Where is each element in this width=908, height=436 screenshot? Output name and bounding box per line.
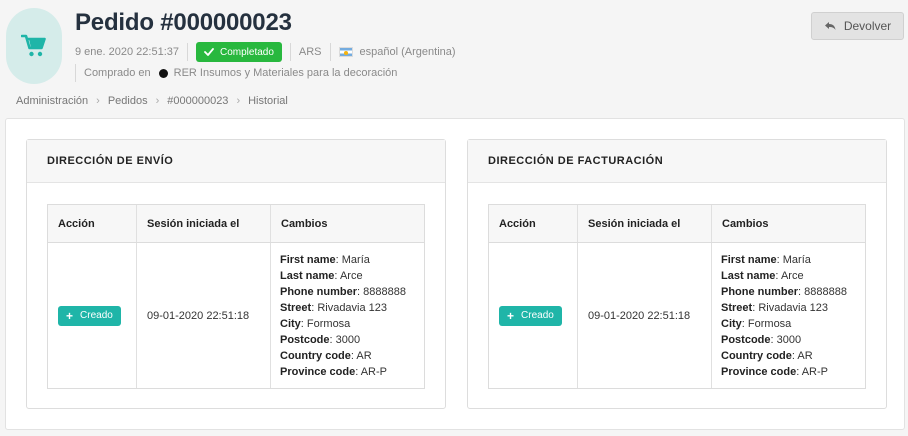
column-header: Cambios	[722, 217, 769, 230]
change-line: First name: María	[280, 253, 370, 266]
return-button[interactable]: Devolver	[811, 12, 904, 40]
action-cell: + Creado	[48, 243, 137, 388]
column-header: Sesión iniciada el	[578, 205, 712, 242]
change-line: Street: Rivadavia 123	[721, 301, 829, 314]
change-line: Province code: AR-P	[721, 365, 828, 378]
change-line: City: Formosa	[280, 317, 351, 330]
created-badge[interactable]: + Creado	[58, 305, 121, 326]
chevron-right-icon: ›	[96, 95, 100, 107]
created-label: Creado	[80, 310, 113, 321]
created-badge[interactable]: + Creado	[499, 305, 562, 326]
table-row: + Creado 09-01-2020 22:51:18 First name:…	[489, 243, 865, 388]
reply-icon	[824, 22, 836, 30]
status-badge: Completado	[195, 42, 282, 62]
breadcrumb: Administración › Pedidos › #000000023 › …	[16, 94, 288, 108]
changes-cell: First name: María Last name: Arce Phone …	[712, 243, 865, 388]
chevron-right-icon: ›	[155, 95, 160, 107]
table-header-row: Acción Sesión iniciada el Cambios	[48, 205, 424, 243]
billing-address-card: DIRECCIÓN DE FACTURACIÓN Acción Sesión i…	[467, 139, 887, 409]
plus-icon: +	[507, 308, 515, 323]
session-cell: 09-01-2020 22:51:18	[137, 243, 271, 388]
return-label: Devolver	[843, 19, 892, 33]
order-date: 9 ene. 2020 22:51:37	[75, 46, 179, 58]
breadcrumb-item[interactable]: #000000023	[167, 95, 228, 107]
shipping-address-card: DIRECCIÓN DE ENVÍO Acción Sesión iniciad…	[26, 139, 446, 409]
column-header: Acción	[48, 205, 137, 242]
change-line: City: Formosa	[721, 317, 792, 330]
history-table: Acción Sesión iniciada el Cambios + Crea…	[488, 204, 866, 389]
column-header: Sesión iniciada el	[137, 205, 271, 242]
purchased-in-label: Comprado en	[84, 67, 151, 79]
card-title: DIRECCIÓN DE FACTURACIÓN	[468, 140, 886, 183]
chevron-right-icon: ›	[236, 95, 241, 107]
column-header: Cambios	[281, 217, 328, 230]
table-header-row: Acción Sesión iniciada el Cambios	[489, 205, 865, 243]
page-title: Pedido #000000023	[75, 9, 292, 36]
channel-color-dot	[158, 68, 168, 78]
created-label: Creado	[521, 310, 554, 321]
change-line: First name: María	[721, 253, 811, 266]
change-line: Country code: AR	[280, 349, 372, 362]
changes-cell: First name: María Last name: Arce Phone …	[271, 243, 424, 388]
change-line: Last name: Arce	[280, 269, 363, 282]
action-cell: + Creado	[489, 243, 578, 388]
status-label: Completado	[219, 46, 274, 58]
order-meta: 9 ene. 2020 22:51:37 Completado ARS espa…	[75, 42, 456, 62]
currency: ARS	[298, 46, 322, 58]
change-line: Country code: AR	[721, 349, 813, 362]
plus-icon: +	[66, 308, 74, 323]
table-row: + Creado 09-01-2020 22:51:18 First name:…	[48, 243, 424, 388]
history-panel: DIRECCIÓN DE ENVÍO Acción Sesión iniciad…	[5, 118, 905, 430]
change-line: Phone number: 8888888	[721, 285, 847, 298]
change-line: Province code: AR-P	[280, 365, 387, 378]
change-line: Phone number: 8888888	[280, 285, 406, 298]
flag-argentina-icon	[338, 47, 353, 57]
session-cell: 09-01-2020 22:51:18	[578, 243, 712, 388]
breadcrumb-item[interactable]: Administración	[16, 95, 88, 107]
divider	[289, 43, 291, 61]
language: español (Argentina)	[359, 46, 456, 58]
divider	[75, 64, 76, 82]
purchase-channel: Comprado en RER Insumos y Materiales par…	[75, 64, 397, 82]
column-header: Acción	[489, 205, 578, 242]
breadcrumb-item-current: Historial	[248, 95, 288, 107]
divider	[186, 43, 188, 61]
breadcrumb-item[interactable]: Pedidos	[108, 95, 148, 107]
history-table: Acción Sesión iniciada el Cambios + Crea…	[47, 204, 425, 389]
store-name: RER Insumos y Materiales para la decorac…	[173, 67, 398, 79]
check-icon	[204, 48, 214, 56]
change-line: Postcode: 3000	[721, 333, 802, 346]
divider	[329, 43, 331, 61]
cart-icon	[6, 8, 62, 84]
change-line: Last name: Arce	[721, 269, 804, 282]
order-header: Pedido #000000023 9 ene. 2020 22:51:37 C…	[0, 0, 908, 92]
card-title: DIRECCIÓN DE ENVÍO	[27, 140, 445, 183]
change-line: Street: Rivadavia 123	[280, 301, 388, 314]
change-line: Postcode: 3000	[280, 333, 361, 346]
